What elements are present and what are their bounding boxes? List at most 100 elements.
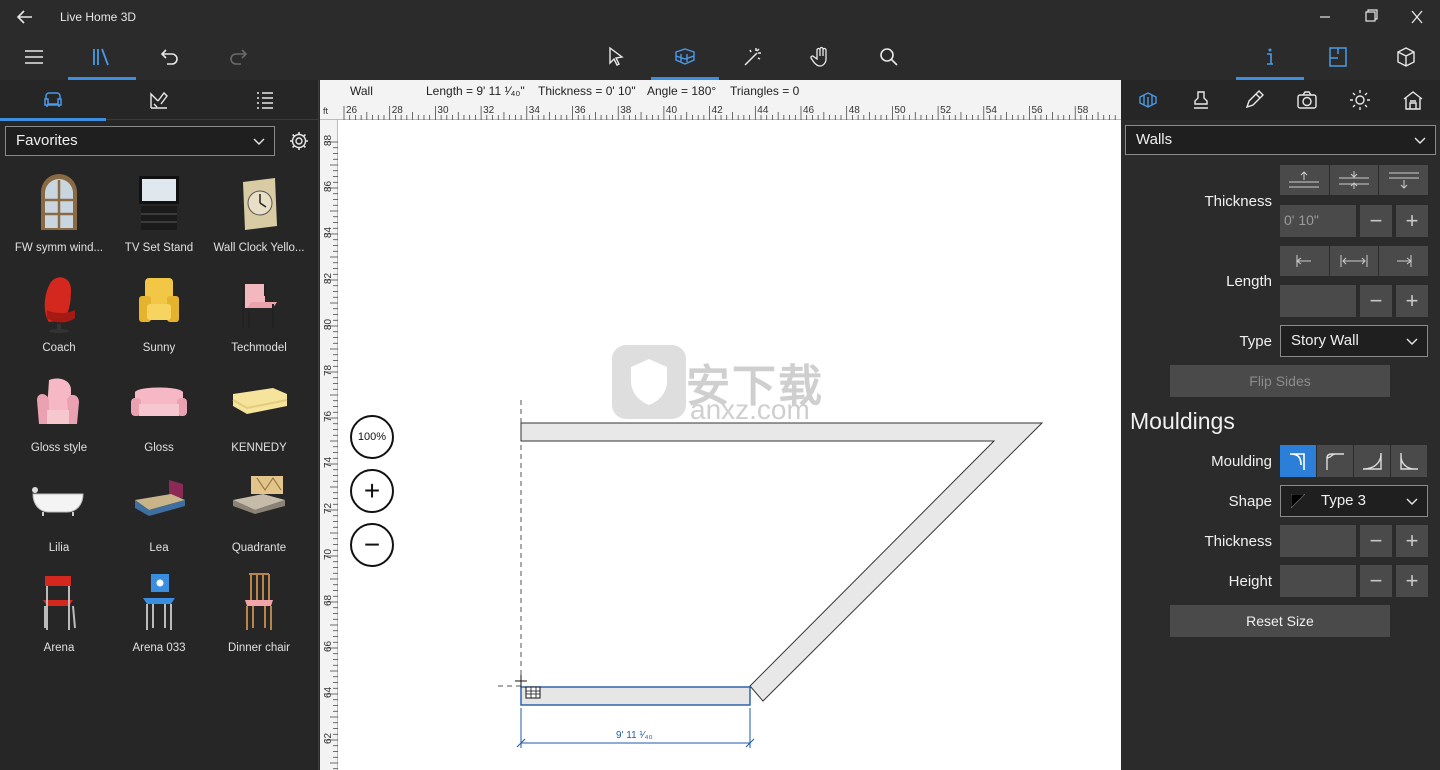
3d-box-icon[interactable] [1372, 34, 1440, 80]
thickness-label: Thickness [1204, 193, 1272, 210]
moulding-shape-dropdown[interactable]: Type 3 [1280, 485, 1428, 517]
moulding-height-field[interactable] [1280, 565, 1356, 597]
library-item[interactable]: FW symm wind... [9, 170, 109, 270]
library-icon[interactable] [68, 34, 136, 80]
thickness-increase-button[interactable]: + [1396, 205, 1428, 237]
properties-tabs [1121, 80, 1440, 120]
category-dropdown[interactable]: Favorites [5, 126, 275, 156]
align-outer-icon[interactable] [1280, 165, 1330, 195]
reset-size-button[interactable]: Reset Size [1170, 605, 1390, 637]
redo-icon[interactable] [204, 34, 272, 80]
item-label: Quadrante [231, 542, 287, 554]
pink-armchair-thumbnail [37, 378, 79, 424]
moulding-base-icon[interactable] [1354, 445, 1391, 477]
length-decrease-button[interactable]: − [1360, 285, 1392, 317]
library-item[interactable]: Sunny [109, 270, 209, 370]
gear-icon[interactable] [288, 130, 310, 152]
materials-icon[interactable] [106, 80, 212, 120]
item-label: Gloss [144, 442, 174, 454]
moulding-thickness-increase-button[interactable]: + [1396, 525, 1428, 557]
library-item[interactable]: Wall Clock Yello... [209, 170, 309, 270]
item-label: Sunny [142, 342, 176, 354]
close-button[interactable] [1397, 4, 1437, 30]
moulding-thickness-label: Thickness [1204, 533, 1272, 550]
flip-sides-button[interactable]: Flip Sides [1170, 365, 1390, 397]
wall-type-dropdown[interactable]: Story Wall [1280, 325, 1428, 357]
library-item[interactable]: KENNEDY [209, 370, 309, 470]
anchor-right-icon[interactable] [1379, 246, 1428, 276]
pencil-icon[interactable] [1227, 80, 1280, 120]
library-item[interactable]: Lea [109, 470, 209, 570]
camera-icon[interactable] [1280, 80, 1333, 120]
object-type-dropdown[interactable]: Walls [1125, 125, 1436, 155]
main-toolbar [0, 34, 1440, 80]
wall-plan[interactable] [320, 80, 1121, 770]
wall-tool-icon[interactable] [651, 34, 719, 80]
undo-icon[interactable] [136, 34, 204, 80]
list-icon[interactable] [212, 80, 318, 120]
thickness-decrease-button[interactable]: − [1360, 205, 1392, 237]
length-field[interactable] [1280, 285, 1356, 317]
item-label: TV Set Stand [124, 242, 194, 254]
zoom-in-button[interactable]: + [350, 469, 394, 513]
back-arrow-icon[interactable] [14, 6, 36, 28]
house-icon[interactable] [1386, 80, 1439, 120]
minimize-button[interactable] [1305, 4, 1345, 30]
stamp-icon[interactable] [1174, 80, 1227, 120]
library-item[interactable]: Dinner chair [209, 570, 309, 670]
anchor-both-icon[interactable] [1330, 246, 1380, 276]
moulding-thickness-field[interactable] [1280, 525, 1356, 557]
item-label: Arena [43, 642, 75, 654]
floorplan-icon[interactable] [1304, 34, 1372, 80]
library-item[interactable]: Arena 033 [109, 570, 209, 670]
align-center-icon[interactable] [1330, 165, 1380, 195]
moulding-height-increase-button[interactable]: + [1396, 565, 1428, 597]
red-chair-thumbnail [44, 277, 75, 333]
library-item[interactable]: TV Set Stand [109, 170, 209, 270]
chevron-down-icon [1406, 338, 1418, 345]
floorplan-canvas[interactable]: Wall Length = 9' 11 ¹⁄₄₀" Thickness = 0'… [320, 80, 1121, 770]
furniture-icon[interactable] [0, 80, 106, 121]
library-item[interactable]: Gloss [109, 370, 209, 470]
moulding-height-decrease-button[interactable]: − [1360, 565, 1392, 597]
library-item[interactable]: Techmodel [209, 270, 309, 370]
moulding-corner-icon[interactable] [1280, 445, 1317, 477]
chevron-down-icon [1414, 137, 1426, 144]
anchor-left-icon[interactable] [1280, 246, 1330, 276]
zoom-reset-button[interactable]: 100% [350, 415, 394, 459]
library-item[interactable]: Lilia [9, 470, 109, 570]
title-bar: Live Home 3D [0, 0, 1440, 34]
blue-chair-thumbnail [143, 574, 175, 630]
shape-value: Type 3 [1321, 492, 1367, 509]
library-panel: Favorites FW symm wind... TV Set Stand W… [0, 80, 319, 770]
align-inner-icon[interactable] [1379, 165, 1428, 195]
wall-paint-icon[interactable] [1121, 80, 1174, 120]
thickness-alignment-group [1280, 165, 1428, 195]
info-icon[interactable] [1236, 34, 1304, 80]
library-item[interactable]: Quadrante [209, 470, 309, 570]
zoom-out-button[interactable]: − [350, 523, 394, 567]
search-icon[interactable] [855, 34, 923, 80]
library-item[interactable]: Arena [9, 570, 109, 670]
moulding-label: Moulding [1211, 453, 1272, 470]
pink-sofa-thumbnail [131, 387, 187, 416]
select-icon[interactable] [582, 34, 650, 80]
chevron-down-icon [253, 138, 265, 145]
wand-icon[interactable] [719, 34, 787, 80]
pan-icon[interactable] [787, 34, 855, 80]
item-label: Dinner chair [228, 642, 290, 654]
thickness-field[interactable]: 0' 10" [1280, 205, 1356, 237]
sun-icon[interactable] [1333, 80, 1386, 120]
moulding-crown-icon[interactable] [1317, 445, 1354, 477]
moulding-thickness-decrease-button[interactable]: − [1360, 525, 1392, 557]
menu-icon[interactable] [0, 34, 68, 80]
maximize-button[interactable] [1350, 4, 1390, 30]
bed-thumbnail [135, 480, 185, 516]
length-increase-button[interactable]: + [1396, 285, 1428, 317]
moulding-height-label: Height [1228, 573, 1272, 590]
moulding-floor-icon[interactable] [1391, 445, 1428, 477]
length-anchor-group [1280, 246, 1428, 276]
library-item[interactable]: Coach [9, 270, 109, 370]
item-label: Lilia [48, 542, 70, 554]
library-item[interactable]: Gloss style [9, 370, 109, 470]
